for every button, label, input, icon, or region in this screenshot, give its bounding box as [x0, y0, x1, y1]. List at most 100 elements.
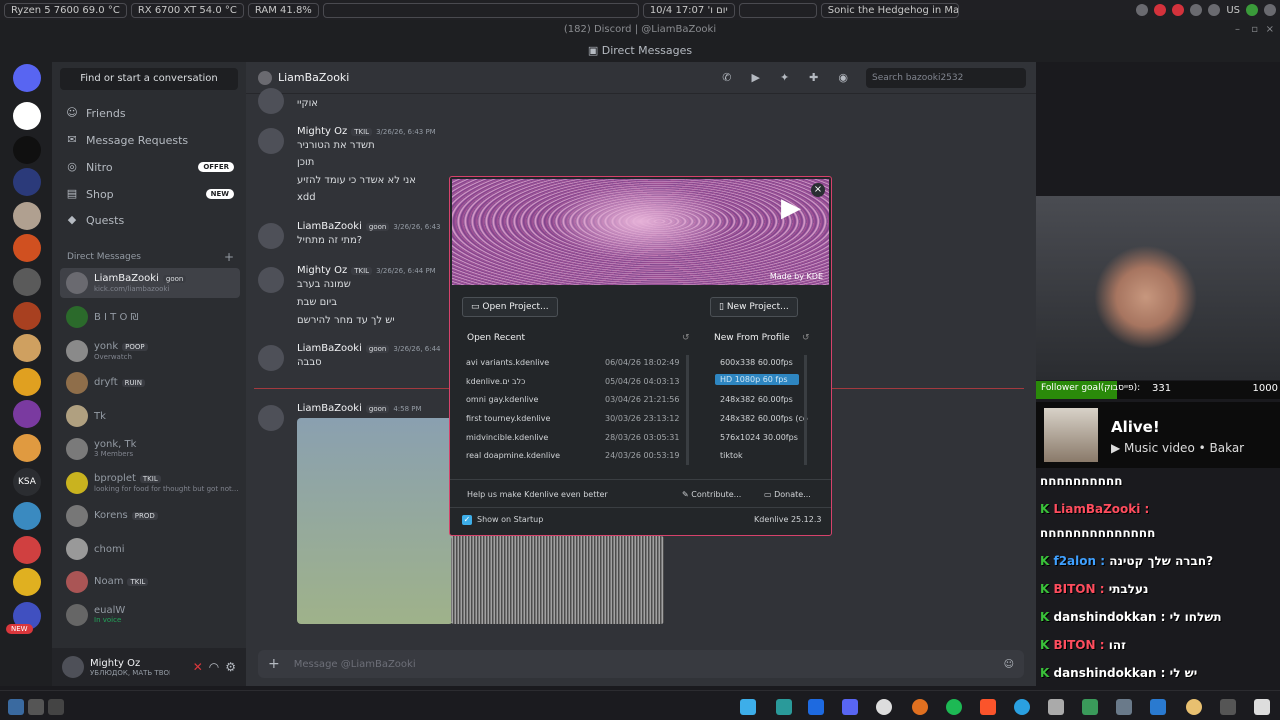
app-icon[interactable]: [1014, 699, 1030, 715]
server-icon[interactable]: [13, 136, 41, 164]
nav-nitro[interactable]: ◎ Nitro OFFER: [60, 155, 240, 179]
add-friend-icon[interactable]: ✚: [809, 71, 818, 84]
steam-icon[interactable]: [876, 699, 892, 715]
mute-icon[interactable]: ✕: [193, 660, 203, 674]
terminal-icon[interactable]: [1220, 699, 1236, 715]
new-project-button[interactable]: ▯ New Project...: [710, 297, 798, 317]
discord-icon[interactable]: [842, 699, 858, 715]
open-project-button[interactable]: ▭ Open Project...: [462, 297, 558, 317]
donate-button[interactable]: ▭ Donate...: [764, 490, 811, 499]
app-icon[interactable]: [1082, 699, 1098, 715]
nav-message-requests[interactable]: ✉ Message Requests: [60, 128, 240, 152]
dm-item[interactable]: Tk: [60, 401, 240, 431]
scrollbar[interactable]: [686, 355, 689, 465]
dm-item[interactable]: LiamBaZooki goon kick.com/liambazooki: [60, 268, 240, 298]
clear-profiles-icon[interactable]: ↺: [802, 333, 810, 343]
avatar[interactable]: [62, 656, 84, 678]
dm-item[interactable]: yonk, Tk 3 Members: [60, 434, 240, 464]
profile-item[interactable]: 248x382 60.00fps: [720, 395, 793, 404]
nav-quests[interactable]: ◆ Quests: [60, 208, 240, 232]
scrollbar[interactable]: [804, 355, 807, 465]
nav-shop[interactable]: ▤ Shop NEW: [60, 182, 240, 206]
kdenlive-icon[interactable]: [740, 699, 756, 715]
battery-icon[interactable]: [1246, 4, 1258, 16]
recent-file-name[interactable]: real doapmine.kdenlive: [466, 451, 560, 460]
desktop-icon[interactable]: [28, 699, 44, 715]
minimize-button[interactable]: –: [1235, 20, 1240, 40]
contribute-button[interactable]: ✎ Contribute...: [682, 490, 741, 499]
server-icon[interactable]: [13, 502, 41, 530]
steam-icon[interactable]: [1190, 4, 1203, 16]
author[interactable]: LiamBaZooki: [297, 221, 362, 232]
dm-item[interactable]: yonk POOP Overwatch: [60, 336, 240, 366]
app-icon[interactable]: [1186, 699, 1202, 715]
dm-item[interactable]: Noam TKIL: [60, 567, 240, 597]
keyboard-layout[interactable]: US: [1226, 5, 1240, 16]
author[interactable]: LiamBaZooki: [297, 343, 362, 354]
store-icon[interactable]: [1150, 699, 1166, 715]
find-conversation-button[interactable]: Find or start a conversation: [60, 68, 238, 90]
close-icon[interactable]: ×: [811, 183, 825, 197]
workspace-icon[interactable]: [48, 699, 64, 715]
pin-icon[interactable]: ✦: [780, 71, 789, 84]
server-icon[interactable]: [13, 434, 41, 462]
server-icon[interactable]: [13, 234, 41, 262]
app-icon[interactable]: [1048, 699, 1064, 715]
search-input[interactable]: Search bazooki2532: [866, 67, 1026, 88]
dm-item[interactable]: eualW In voice: [60, 600, 240, 630]
clear-recent-icon[interactable]: ↺: [682, 333, 690, 343]
dm-item[interactable]: chomi: [60, 534, 240, 564]
server-icon[interactable]: [13, 568, 41, 596]
app-icon[interactable]: [1254, 699, 1270, 715]
add-dm-button[interactable]: +: [224, 250, 234, 264]
add-attachment-icon[interactable]: +: [268, 656, 280, 672]
files-icon[interactable]: [1116, 699, 1132, 715]
profile-item[interactable]: 600x338 60.00fps: [720, 358, 793, 367]
server-icon[interactable]: [13, 202, 41, 230]
app-icon[interactable]: [776, 699, 792, 715]
server-icon[interactable]: [13, 368, 41, 396]
bluetooth-icon[interactable]: [1208, 4, 1221, 16]
recent-file-name[interactable]: omni gay.kdenlive: [466, 395, 538, 404]
server-icon[interactable]: [13, 168, 41, 196]
brave-icon[interactable]: [980, 699, 996, 715]
nav-friends[interactable]: ☺ Friends: [60, 101, 240, 125]
attachment-video[interactable]: [451, 536, 664, 624]
profile-item[interactable]: tiktok: [720, 451, 743, 460]
recent-file-name[interactable]: midvincible.kdenlive: [466, 433, 548, 442]
dm-item[interactable]: dryft RUIN: [60, 368, 240, 398]
spotify-icon[interactable]: [946, 699, 962, 715]
recent-file-name[interactable]: avi variants.kdenlive: [466, 358, 549, 367]
record-icon[interactable]: [1154, 4, 1167, 16]
profile-item[interactable]: 576x1024 30.00fps: [720, 433, 798, 442]
dm-item[interactable]: bproplet TKIL looking for food for thought…: [60, 468, 240, 498]
call-icon[interactable]: ✆: [722, 71, 731, 84]
server-icon[interactable]: [13, 536, 41, 564]
server-icon[interactable]: [13, 302, 41, 330]
start-icon[interactable]: [8, 699, 24, 715]
server-icon[interactable]: [13, 102, 41, 130]
headphones-icon[interactable]: ◠: [209, 660, 219, 674]
windows-icon[interactable]: [808, 699, 824, 715]
server-icon[interactable]: [13, 400, 41, 428]
record-icon[interactable]: [1172, 4, 1185, 16]
show-startup-checkbox[interactable]: ✓: [462, 515, 472, 525]
settings-gear-icon[interactable]: ⚙: [225, 660, 236, 674]
author[interactable]: Mighty Oz: [297, 265, 347, 276]
video-icon[interactable]: ▶: [751, 71, 759, 84]
server-icon[interactable]: [13, 334, 41, 362]
clock[interactable]: 10/4 יום ו' 17:07: [642, 2, 735, 18]
discord-home-icon[interactable]: [13, 64, 41, 92]
author[interactable]: Mighty Oz: [297, 126, 347, 137]
media-player[interactable]: Sonic the Hedgehog in Mas...: [820, 2, 959, 18]
author[interactable]: LiamBaZooki: [297, 403, 362, 414]
server-icon[interactable]: [13, 268, 41, 296]
maximize-button[interactable]: ▫: [1251, 20, 1258, 40]
profile-icon[interactable]: ◉: [838, 71, 848, 84]
server-ksa[interactable]: KSA: [13, 468, 41, 496]
dm-item[interactable]: Korens PROD: [60, 501, 240, 531]
profile-item[interactable]: 248x382 60.00fps (co: [720, 414, 812, 423]
close-window-button[interactable]: ×: [1266, 20, 1274, 40]
tray-icon[interactable]: [1136, 4, 1149, 16]
chevron-up-icon[interactable]: [1264, 4, 1276, 16]
